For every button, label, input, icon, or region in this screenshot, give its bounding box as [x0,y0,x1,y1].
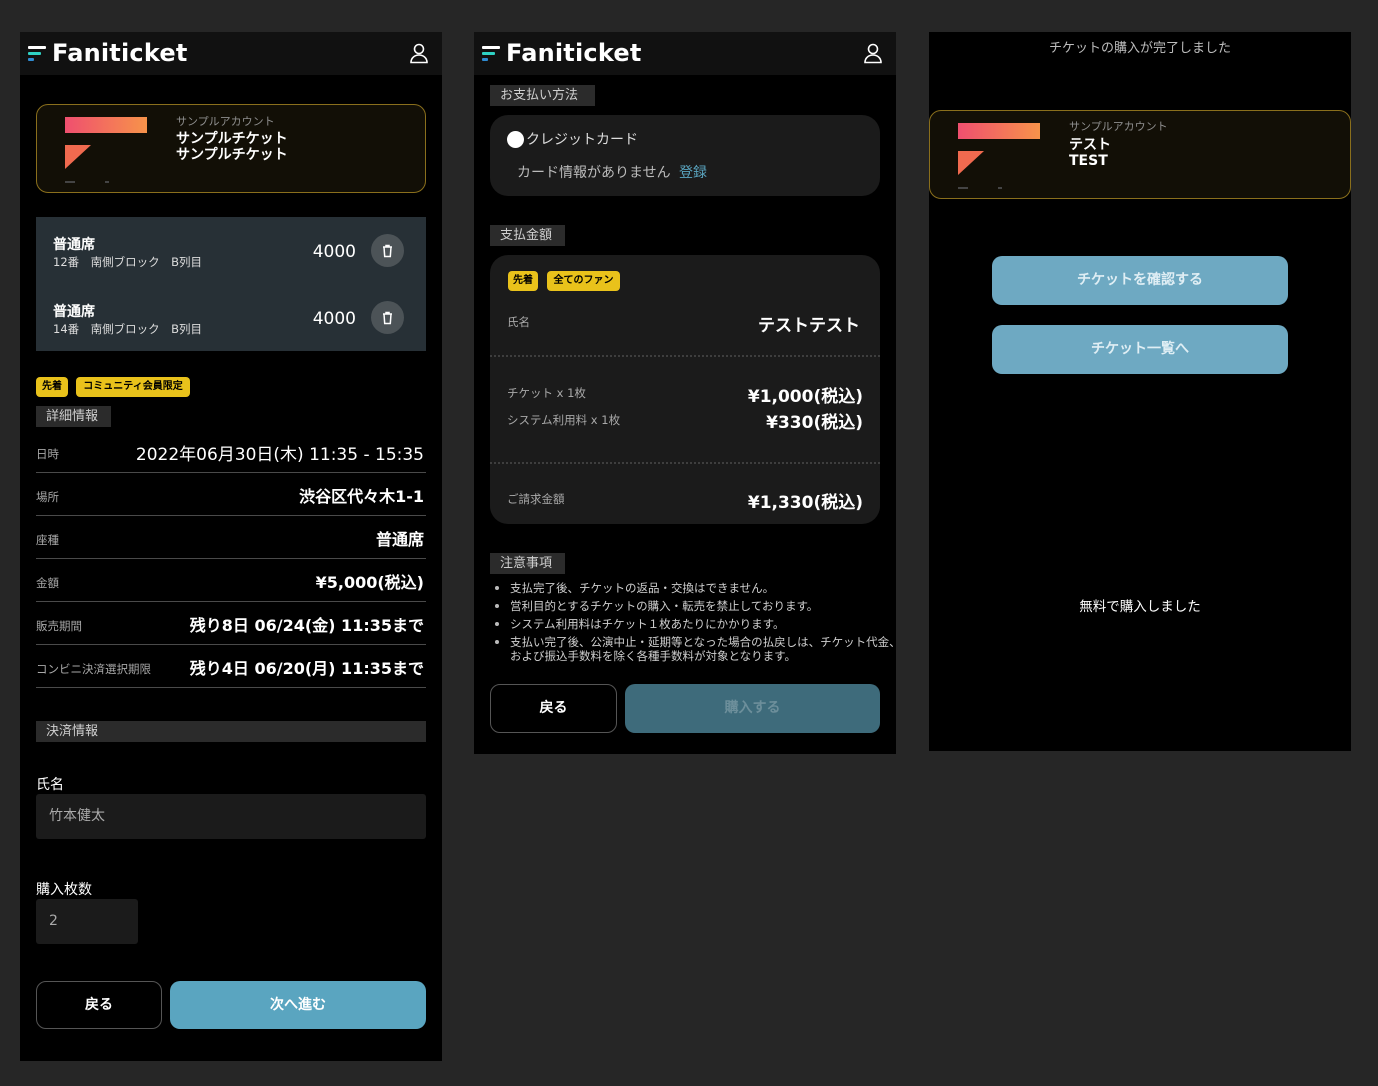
badge-first-come: 先着 [508,271,538,291]
fee-line-label: システム利用料 x 1枚 [507,413,621,427]
ticket-selection-screen: Faniticket サンプルアカウント サンプルチケット サンプルチケット 普… [20,32,442,1061]
seat-detail: 14番 南側ブロック B列目 [53,322,203,336]
event-title-line-2: サンプルチケット [176,147,288,163]
detail-label: 場所 [36,490,59,504]
total-label: ご請求金額 [507,492,565,506]
ticket-line-label: チケット x 1枚 [507,386,586,400]
seat-price: 4000 [312,309,356,329]
trash-icon [383,311,392,324]
app-logo[interactable]: Faniticket [482,39,642,67]
name-label: 氏名 [507,315,530,329]
detail-value: ¥5,000(税込) [315,573,424,592]
note-item: 支払い完了後、公演中止・延期等となった場合の払戻しは、チケット代金、および振込手… [495,635,896,663]
credit-card-label: クレジットカード [526,132,638,148]
name-value: テストテスト [758,316,860,336]
credit-card-option[interactable]: クレジットカード [507,129,638,149]
seat-item: 普通席 14番 南側ブロック B列目 4000 [36,301,426,351]
payment-confirm-screen: Faniticket お支払い方法 クレジットカード カード情報がありません 登… [474,32,896,754]
detail-row-seat-type: 座種 普通席 [36,516,426,559]
details-section-label: 詳細情報 [36,406,111,427]
note-item: 支払完了後、チケットの返品・交換はできません。 [495,581,896,595]
event-title-line-1: サンプルチケット [176,131,288,147]
seat-item: 普通席 12番 南側ブロック B列目 4000 [36,234,426,284]
badge-first-come: 先着 [36,377,68,397]
radio-button[interactable] [507,130,524,148]
delete-seat-button[interactable] [371,301,404,334]
payment-method-label: お支払い方法 [490,85,595,106]
payment-section-label: 決済情報 [36,721,426,742]
no-card-text: カード情報がありません [517,165,671,181]
purchase-complete-screen: チケットの購入が完了しました サンプルアカウント テスト TEST チケットを確… [929,32,1351,751]
detail-label: 販売期間 [36,619,82,633]
notes-list: 支払完了後、チケットの返品・交換はできません。 営利目的とするチケットの購入・転… [492,581,896,667]
amount-section-label: 支払金額 [490,225,565,246]
detail-row-sales-period: 販売期間 残り8日 06/24(金) 11:35まで [36,602,426,645]
divider [490,355,880,357]
ticket-line-value: ¥1,000(税込) [747,387,863,407]
fee-line-value: ¥330(税込) [766,413,863,433]
complete-title: チケットの購入が完了しました [1048,41,1231,56]
detail-value: 普通席 [375,530,424,549]
seat-name: 普通席 [53,304,95,320]
detail-row-datetime: 日時 2022年06月30日(木) 11:35 - 15:35 [36,430,426,473]
payment-method-card: クレジットカード カード情報がありません 登録 [490,115,880,196]
detail-value: 残り8日 06/24(金) 11:35まで [189,616,424,635]
next-button[interactable]: 次へ進む [170,981,426,1029]
detail-label: コンビニ決済選択期限 [36,662,151,676]
free-purchase-text: 無料で購入しました [1079,599,1201,615]
logo-text: Faniticket [52,39,188,67]
name-label: 氏名 [36,777,64,793]
logo-mark-icon [28,45,46,61]
detail-label: 金額 [36,576,59,590]
detail-row-price: 金額 ¥5,000(税込) [36,559,426,602]
logo-text: Faniticket [506,39,642,67]
badge-all-fans: 全てのファン [547,271,620,291]
back-button[interactable]: 戻る [490,684,617,733]
detail-row-convenience-deadline: コンビニ決済選択期限 残り4日 06/20(月) 11:35まで [36,645,426,688]
user-icon[interactable] [862,42,884,64]
badge-community-only: コミュニティ会員限定 [76,377,190,397]
quantity-input[interactable]: 2 [36,899,138,944]
seat-price: 4000 [312,242,356,262]
detail-value: 2022年06月30日(木) 11:35 - 15:35 [135,445,424,465]
detail-label: 日時 [36,447,59,461]
name-input[interactable]: 竹本健太 [36,794,426,839]
app-header: Faniticket [474,32,896,75]
confirm-ticket-button[interactable]: チケットを確認する [992,256,1288,305]
seat-name: 普通席 [53,237,95,253]
back-button[interactable]: 戻る [36,981,162,1029]
delete-seat-button[interactable] [371,234,404,267]
detail-label: 座種 [36,533,59,547]
register-card-link[interactable]: 登録 [679,162,707,182]
app-logo[interactable]: Faniticket [28,39,188,67]
quantity-label: 購入枚数 [36,882,92,898]
note-item: 営利目的とするチケットの購入・転売を禁止しております。 [495,599,896,613]
selected-seats: 普通席 12番 南側ブロック B列目 4000 普通席 14番 南側ブロック B… [36,217,426,351]
logo-mark-icon [482,45,500,61]
event-card[interactable]: サンプルアカウント サンプルチケット サンプルチケット [36,104,426,193]
notes-section-label: 注意事項 [490,553,565,574]
event-title-line-1: テスト [1069,137,1111,153]
app-header: Faniticket [20,32,442,75]
detail-row-place: 場所 渋谷区代々木1-1 [36,473,426,516]
trash-icon [383,244,392,257]
event-logo [958,123,1042,191]
event-card[interactable]: サンプルアカウント テスト TEST [929,110,1351,199]
event-logo [65,117,149,185]
user-icon[interactable] [408,42,430,64]
detail-value: 渋谷区代々木1-1 [299,487,424,506]
ticket-list-button[interactable]: チケット一覧へ [992,325,1288,374]
buy-button[interactable]: 購入する [625,684,880,733]
detail-value: 残り4日 06/20(月) 11:35まで [189,659,424,678]
seat-detail: 12番 南側ブロック B列目 [53,255,203,269]
event-account: サンプルアカウント [1069,120,1168,133]
total-value: ¥1,330(税込) [747,493,863,513]
event-title-line-2: TEST [1069,153,1108,169]
divider [490,462,880,464]
note-item: システム利用料はチケット１枚あたりにかかります。 [495,617,896,631]
amount-card: 先着 全てのファン 氏名 テストテスト チケット x 1枚 ¥1,000(税込)… [490,255,880,524]
event-account: サンプルアカウント [176,115,275,128]
